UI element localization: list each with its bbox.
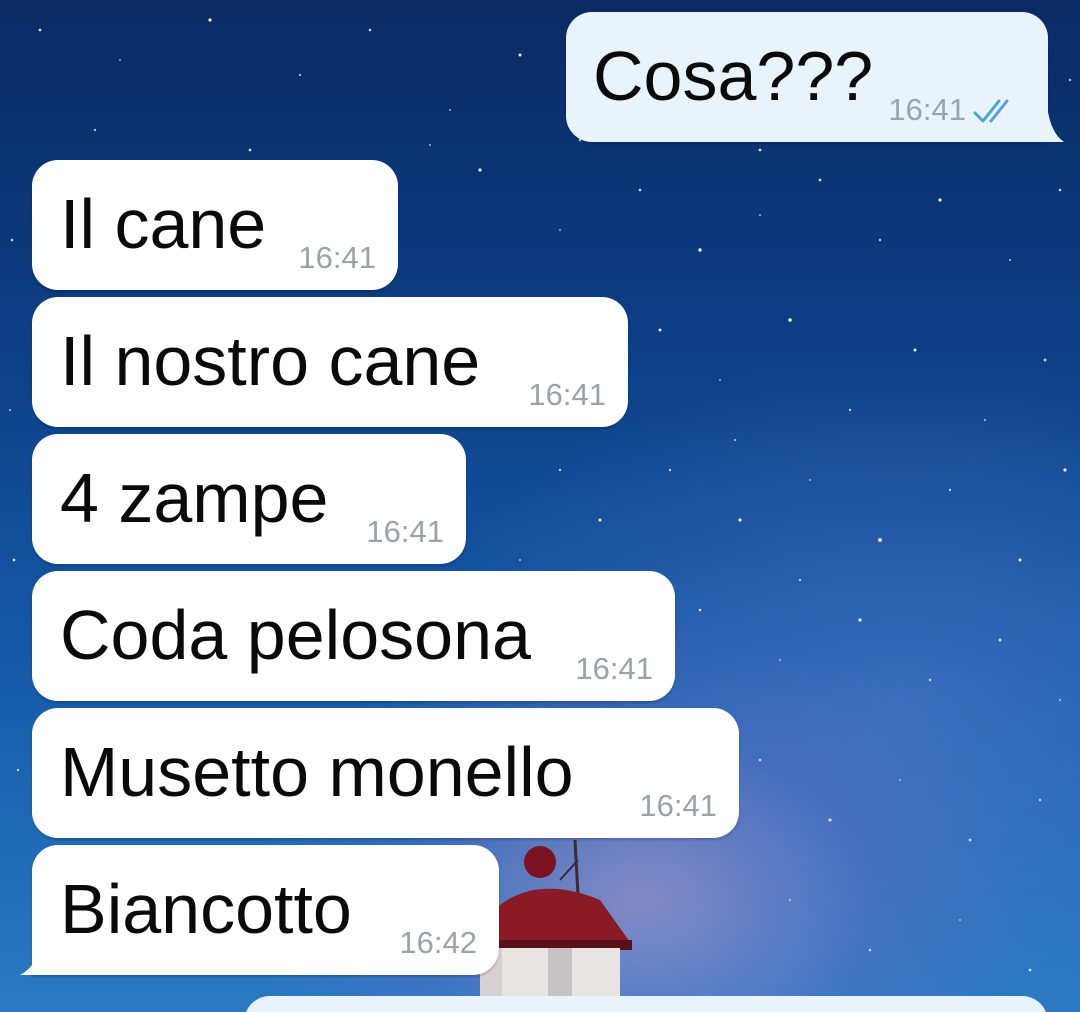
message-time: 16:42 xyxy=(399,925,477,960)
chat-view[interactable]: Cosa??? 16:41 Il cane 16:41 Il nostro ca… xyxy=(0,0,1080,1012)
message-text: Cosa??? xyxy=(593,37,874,115)
incoming-message-bubble[interactable]: Biancotto 16:42 xyxy=(32,845,499,975)
incoming-message-bubble[interactable]: 4 zampe 16:41 xyxy=(32,434,466,564)
message-time: 16:41 xyxy=(528,377,606,412)
message-text: Il nostro cane xyxy=(60,322,481,400)
outgoing-message-bubble-partial[interactable] xyxy=(244,996,1048,1012)
message-time: 16:41 xyxy=(888,92,966,127)
message-time: 16:41 xyxy=(639,788,717,823)
message-time: 16:41 xyxy=(366,514,444,549)
message-text: Coda pelosona xyxy=(60,596,531,674)
message-time: 16:41 xyxy=(298,240,376,275)
message-time: 16:41 xyxy=(575,651,653,686)
message-text: Il cane xyxy=(60,185,267,263)
message-text: Musetto monello xyxy=(60,733,574,811)
incoming-message-bubble[interactable]: Il cane 16:41 xyxy=(32,160,398,290)
outgoing-message-bubble[interactable]: Cosa??? 16:41 xyxy=(566,12,1048,142)
outgoing-bubble-tail xyxy=(1044,112,1064,142)
message-text: Biancotto xyxy=(60,870,352,948)
incoming-message-bubble[interactable]: Musetto monello 16:41 xyxy=(32,708,739,838)
incoming-bubble-tail xyxy=(20,945,44,975)
read-double-check-icon xyxy=(973,99,1009,123)
message-text: 4 zampe xyxy=(60,459,329,537)
incoming-message-bubble[interactable]: Il nostro cane 16:41 xyxy=(32,297,628,427)
incoming-message-bubble[interactable]: Coda pelosona 16:41 xyxy=(32,571,675,701)
